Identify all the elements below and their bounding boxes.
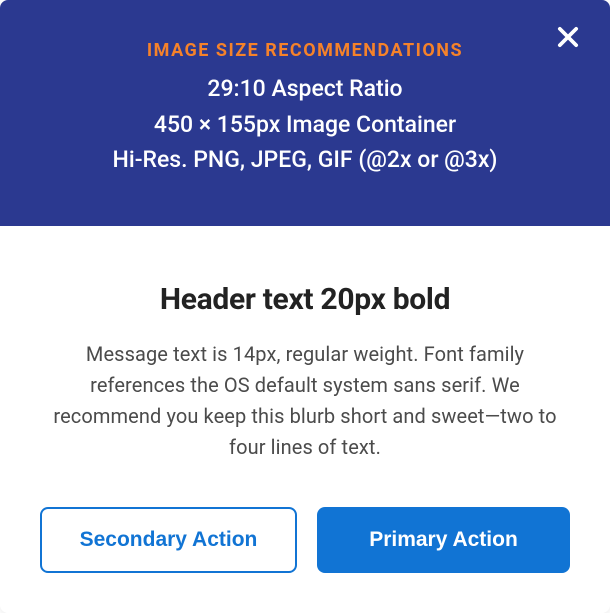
content-area: Header text 20px bold Message text is 14… — [0, 226, 610, 613]
header-text: Header text 20px bold — [40, 282, 570, 317]
secondary-action-button[interactable]: Secondary Action — [40, 507, 297, 573]
banner-line-formats: Hi-Res. PNG, JPEG, GIF (@2x or @3x) — [50, 142, 560, 178]
button-row: Secondary Action Primary Action — [40, 507, 570, 573]
banner: IMAGE SIZE RECOMMENDATIONS 29:10 Aspect … — [0, 0, 610, 226]
primary-action-button[interactable]: Primary Action — [317, 507, 570, 573]
banner-line-aspect: 29:10 Aspect Ratio — [50, 71, 560, 107]
banner-line-container: 450 × 155px Image Container — [50, 107, 560, 143]
modal-card: IMAGE SIZE RECOMMENDATIONS 29:10 Aspect … — [0, 0, 610, 613]
banner-label: IMAGE SIZE RECOMMENDATIONS — [50, 40, 560, 61]
close-button[interactable] — [550, 20, 586, 56]
message-text: Message text is 14px, regular weight. Fo… — [40, 339, 570, 463]
close-icon — [554, 23, 582, 54]
